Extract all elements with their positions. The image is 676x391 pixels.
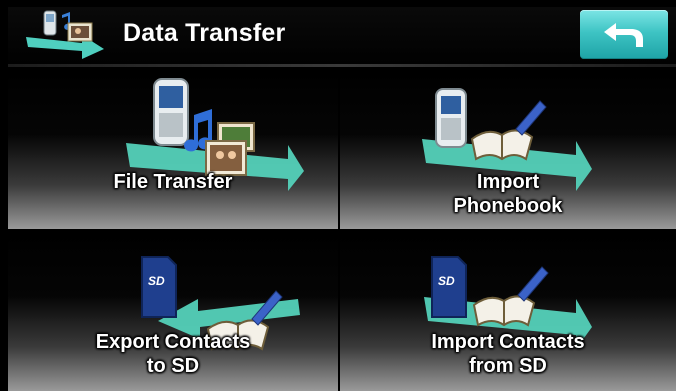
import-contacts-from-sd-button[interactable]: SD Import Contacts from SD <box>340 233 676 391</box>
label-line: Export Contacts <box>95 331 251 353</box>
import-contacts-label: Import Contacts from SD <box>340 330 676 378</box>
back-button[interactable] <box>580 10 668 59</box>
label-line: File Transfer <box>113 171 233 193</box>
header-bar <box>8 7 676 69</box>
data-transfer-icon <box>26 10 104 59</box>
label-line: from SD <box>469 355 547 377</box>
label-line: Import Contacts <box>431 331 585 353</box>
data-transfer-screen: Data Transfer File Transfer Import Phone… <box>0 0 676 391</box>
svg-text:SD: SD <box>438 274 455 288</box>
file-transfer-button[interactable]: File Transfer <box>8 71 338 229</box>
export-contacts-label: Export Contacts to SD <box>8 330 338 378</box>
header-divider <box>8 64 676 67</box>
label-line: Phonebook <box>453 195 563 217</box>
svg-text:SD: SD <box>148 274 165 288</box>
back-arrow-icon <box>604 23 643 47</box>
import-phonebook-button[interactable]: Import Phonebook <box>340 71 676 229</box>
file-transfer-label: File Transfer <box>8 170 338 194</box>
import-phonebook-label: Import Phonebook <box>340 170 676 218</box>
label-line: to SD <box>146 355 200 377</box>
export-contacts-to-sd-button[interactable]: SD Export Contacts to SD <box>8 233 338 391</box>
page-title: Data Transfer <box>123 19 286 47</box>
file-transfer-icon <box>126 78 304 191</box>
tile-divider-horizontal <box>8 229 676 233</box>
label-line: Import <box>476 171 540 193</box>
